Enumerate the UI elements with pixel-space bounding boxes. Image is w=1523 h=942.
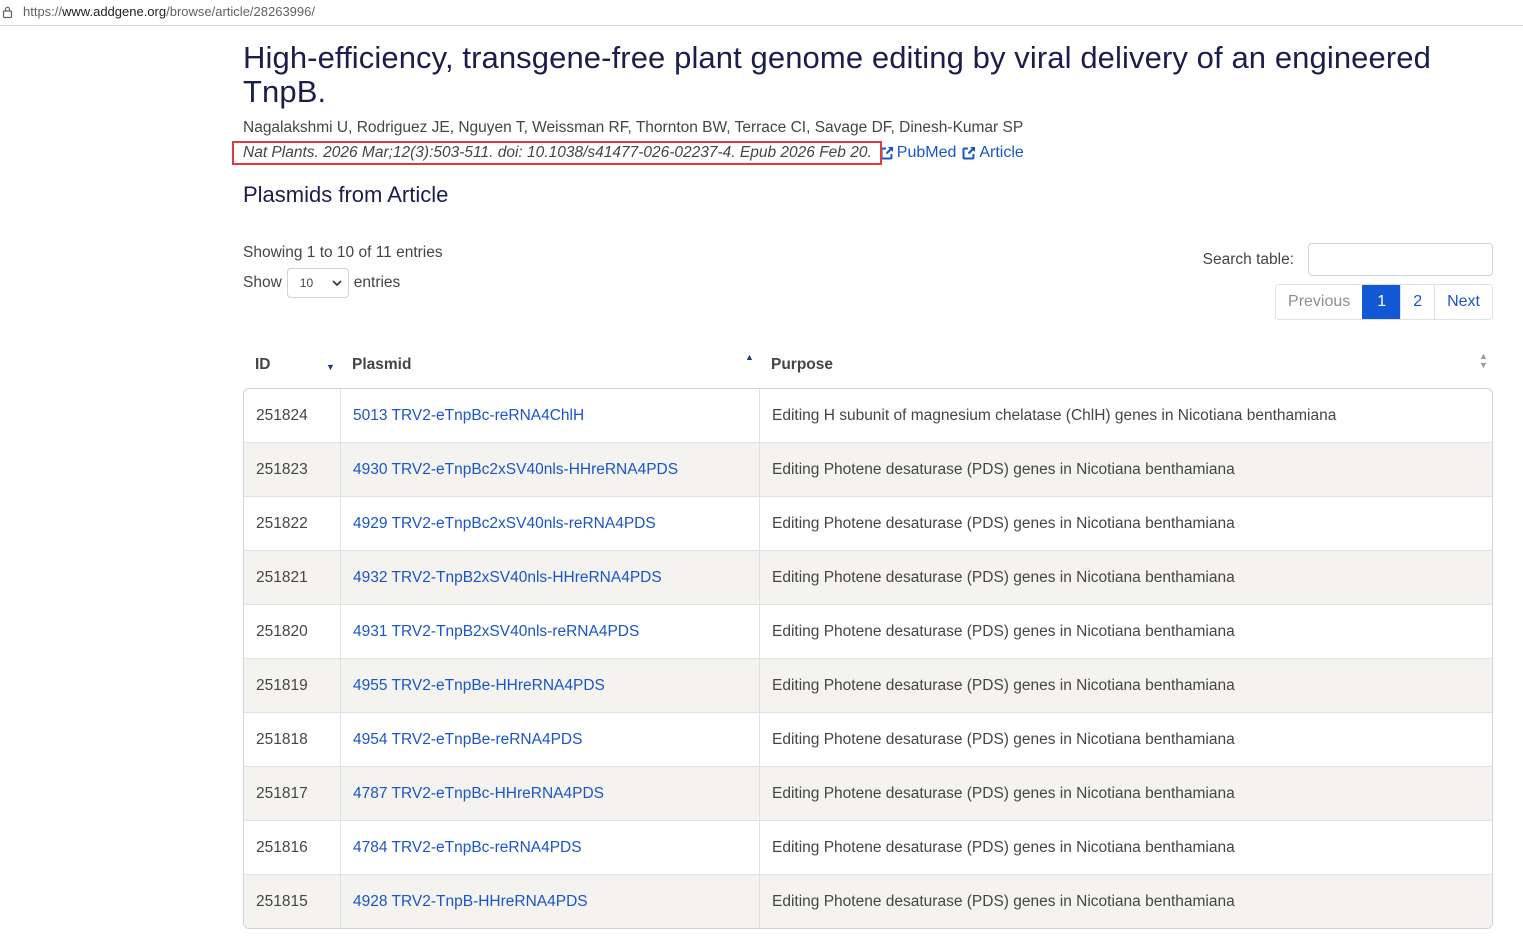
column-header-id-label: ID [255, 355, 271, 373]
plasmid-link[interactable]: 4928 TRV2-TnpB-HHreRNA4PDS [353, 893, 588, 911]
table-row: 251816 4784 TRV2-eTnpBc-reRNA4PDS Editing … [244, 820, 1492, 874]
cell-id: 251823 [244, 443, 341, 496]
address-bar[interactable]: https://www.addgene.org/browse/article/2… [0, 0, 1523, 26]
column-header-purpose[interactable]: Purpose [771, 342, 833, 387]
plasmid-link[interactable]: 4929 TRV2-eTnpBc2xSV40nls-reRNA4PDS [353, 515, 656, 533]
plasmid-link[interactable]: 4932 TRV2-TnpB2xSV40nls-HHreRNA4PDS [353, 569, 662, 587]
cell-plasmid: 4954 TRV2-eTnpBe-reRNA4PDS [341, 713, 760, 766]
url-text[interactable]: https://www.addgene.org/browse/article/2… [23, 4, 315, 19]
column-header-id[interactable]: ID [255, 342, 271, 387]
table-row: 251819 4955 TRV2-eTnpBe-HHreRNA4PDS Editin… [244, 658, 1492, 712]
pubmed-label: PubMed [896, 144, 957, 161]
cell-purpose: Editing Photene desaturase (PDS) genes i… [772, 568, 1235, 586]
cell-purpose: Editing Photene desaturase (PDS) genes i… [772, 892, 1235, 910]
table-row: 251818 4954 TRV2-eTnpBe-reRNA4PDS Editing … [244, 712, 1492, 766]
entries-label: entries [353, 274, 401, 291]
page-2-button[interactable]: 2 [1400, 285, 1435, 319]
cell-purpose: Editing Photene desaturase (PDS) genes i… [772, 514, 1235, 532]
table-info: Showing 1 to 10 of 11 entries [243, 244, 443, 261]
search-input[interactable] [1308, 243, 1493, 276]
cell-id: 251819 [244, 659, 341, 712]
cell-plasmid: 4929 TRV2-eTnpBc2xSV40nls-reRNA4PDS [341, 497, 760, 550]
citation-row: Nat Plants. 2026 Mar;12(3):503-511. doi:… [232, 141, 1024, 165]
entries-select[interactable]: 10 [286, 268, 349, 298]
plasmid-link[interactable]: 4954 TRV2-eTnpBe-reRNA4PDS [353, 731, 582, 749]
sort-both-icon: ▲ ▼ [1479, 351, 1488, 370]
page-1-button[interactable]: 1 [1362, 285, 1401, 319]
length-control: Show 10 entries [243, 268, 400, 298]
table-row: 251823 4930 TRV2-eTnpBc2xSV40nls-HHreRNA4… [244, 442, 1492, 496]
cell-purpose: Editing Photene desaturase (PDS) genes i… [772, 838, 1235, 856]
cell-plasmid: 4931 TRV2-TnpB2xSV40nls-reRNA4PDS [341, 605, 760, 658]
table-row: 251815 4928 TRV2-TnpB-HHreRNA4PDS Editing … [244, 874, 1492, 928]
section-title: Plasmids from Article [243, 182, 449, 207]
cell-plasmid: 4787 TRV2-eTnpBc-HHreRNA4PDS [341, 767, 760, 820]
plasmid-link[interactable]: 4784 TRV2-eTnpBc-reRNA4PDS [353, 839, 582, 857]
column-header-plasmid-label: Plasmid [352, 355, 412, 373]
url-host: www.addgene.org [62, 4, 167, 19]
table-row: 251822 4929 TRV2-eTnpBc2xSV40nls-reRNA4PD… [244, 496, 1492, 550]
chevron-down-icon [332, 280, 342, 287]
table-row: 251820 4931 TRV2-TnpB2xSV40nls-reRNA4PDS E… [244, 604, 1492, 658]
cell-purpose: Editing Photene desaturase (PDS) genes i… [772, 784, 1235, 802]
plasmid-link[interactable]: 4930 TRV2-eTnpBc2xSV40nls-HHreRNA4PDS [353, 461, 678, 479]
cell-purpose: Editing Photene desaturase (PDS) genes i… [772, 730, 1235, 748]
article-link[interactable]: Article [962, 144, 1024, 162]
lock-icon [2, 6, 13, 19]
cell-plasmid: 4955 TRV2-eTnpBe-HHreRNA4PDS [341, 659, 760, 712]
plasmid-link[interactable]: 5013 TRV2-eTnpBc-reRNA4ChlH [353, 407, 584, 425]
cell-id: 251817 [244, 767, 341, 820]
table-row: 251824 5013 TRV2-eTnpBc-reRNA4ChlH Editing… [244, 389, 1492, 442]
pagination: Previous 1 2 Next [1275, 284, 1493, 320]
cell-id: 251816 [244, 821, 341, 874]
cell-plasmid: 4784 TRV2-eTnpBc-reRNA4PDS [341, 821, 760, 874]
table-header: ID ▼ Plasmid ▲ Purpose ▲ ▼ [243, 342, 1493, 387]
article-citation: Nat Plants. 2026 Mar;12(3):503-511. doi:… [232, 141, 882, 165]
column-header-purpose-label: Purpose [771, 355, 834, 373]
cell-purpose: Editing Photene desaturase (PDS) genes i… [772, 460, 1235, 478]
cell-id: 251822 [244, 497, 341, 550]
cell-id: 251824 [244, 389, 341, 442]
previous-page-button[interactable]: Previous [1276, 285, 1363, 319]
table-row: 251821 4932 TRV2-TnpB2xSV40nls-HHreRNA4PD… [244, 550, 1492, 604]
sort-desc-icon: ▼ [326, 362, 335, 372]
citation-text: Nat Plants. 2026 Mar;12(3):503-511. doi:… [243, 144, 872, 161]
cell-plasmid: 5013 TRV2-eTnpBc-reRNA4ChlH [341, 389, 760, 442]
external-link-icon [880, 146, 894, 160]
page-title: High-efficiency, transgene-free plant ge… [243, 40, 1431, 109]
pubmed-link[interactable]: PubMed [880, 144, 957, 162]
cell-plasmid: 4930 TRV2-eTnpBc2xSV40nls-HHreRNA4PDS [341, 443, 760, 496]
plasmid-link[interactable]: 4931 TRV2-TnpB2xSV40nls-reRNA4PDS [353, 623, 639, 641]
cell-plasmid: 4932 TRV2-TnpB2xSV40nls-HHreRNA4PDS [341, 551, 760, 604]
article-authors: Nagalakshmi U, Rodriguez JE, Nguyen T, W… [243, 119, 1024, 136]
cell-id: 251821 [244, 551, 341, 604]
next-page-button[interactable]: Next [1434, 285, 1492, 319]
search-label: Search table: [1202, 250, 1294, 268]
table-row: 251817 4787 TRV2-eTnpBc-HHreRNA4PDS Editin… [244, 766, 1492, 820]
plasmid-link[interactable]: 4955 TRV2-eTnpBe-HHreRNA4PDS [353, 677, 605, 695]
cell-purpose: Editing H subunit of magnesium chelatase… [772, 406, 1337, 424]
plasmids-table: 251824 5013 TRV2-eTnpBc-reRNA4ChlH Editing… [243, 388, 1493, 929]
cell-id: 251820 [244, 605, 341, 658]
plasmid-link[interactable]: 4787 TRV2-eTnpBc-HHreRNA4PDS [353, 785, 604, 803]
cell-id: 251815 [244, 875, 341, 928]
table-search: Search table: [1203, 243, 1493, 276]
cell-id: 251818 [244, 713, 341, 766]
show-label: Show [243, 274, 282, 291]
entries-select-value: 10 [299, 276, 314, 290]
url-prefix: https:// [23, 4, 63, 19]
cell-purpose: Editing Photene desaturase (PDS) genes i… [772, 622, 1235, 640]
url-path: /browse/article/28263996/ [166, 4, 315, 19]
column-header-plasmid[interactable]: Plasmid [352, 342, 411, 387]
article-label: Article [979, 144, 1024, 161]
sort-asc-icon: ▲ [745, 352, 754, 362]
cell-plasmid: 4928 TRV2-TnpB-HHreRNA4PDS [341, 875, 760, 928]
external-link-icon [962, 146, 976, 160]
cell-purpose: Editing Photene desaturase (PDS) genes i… [772, 676, 1235, 694]
